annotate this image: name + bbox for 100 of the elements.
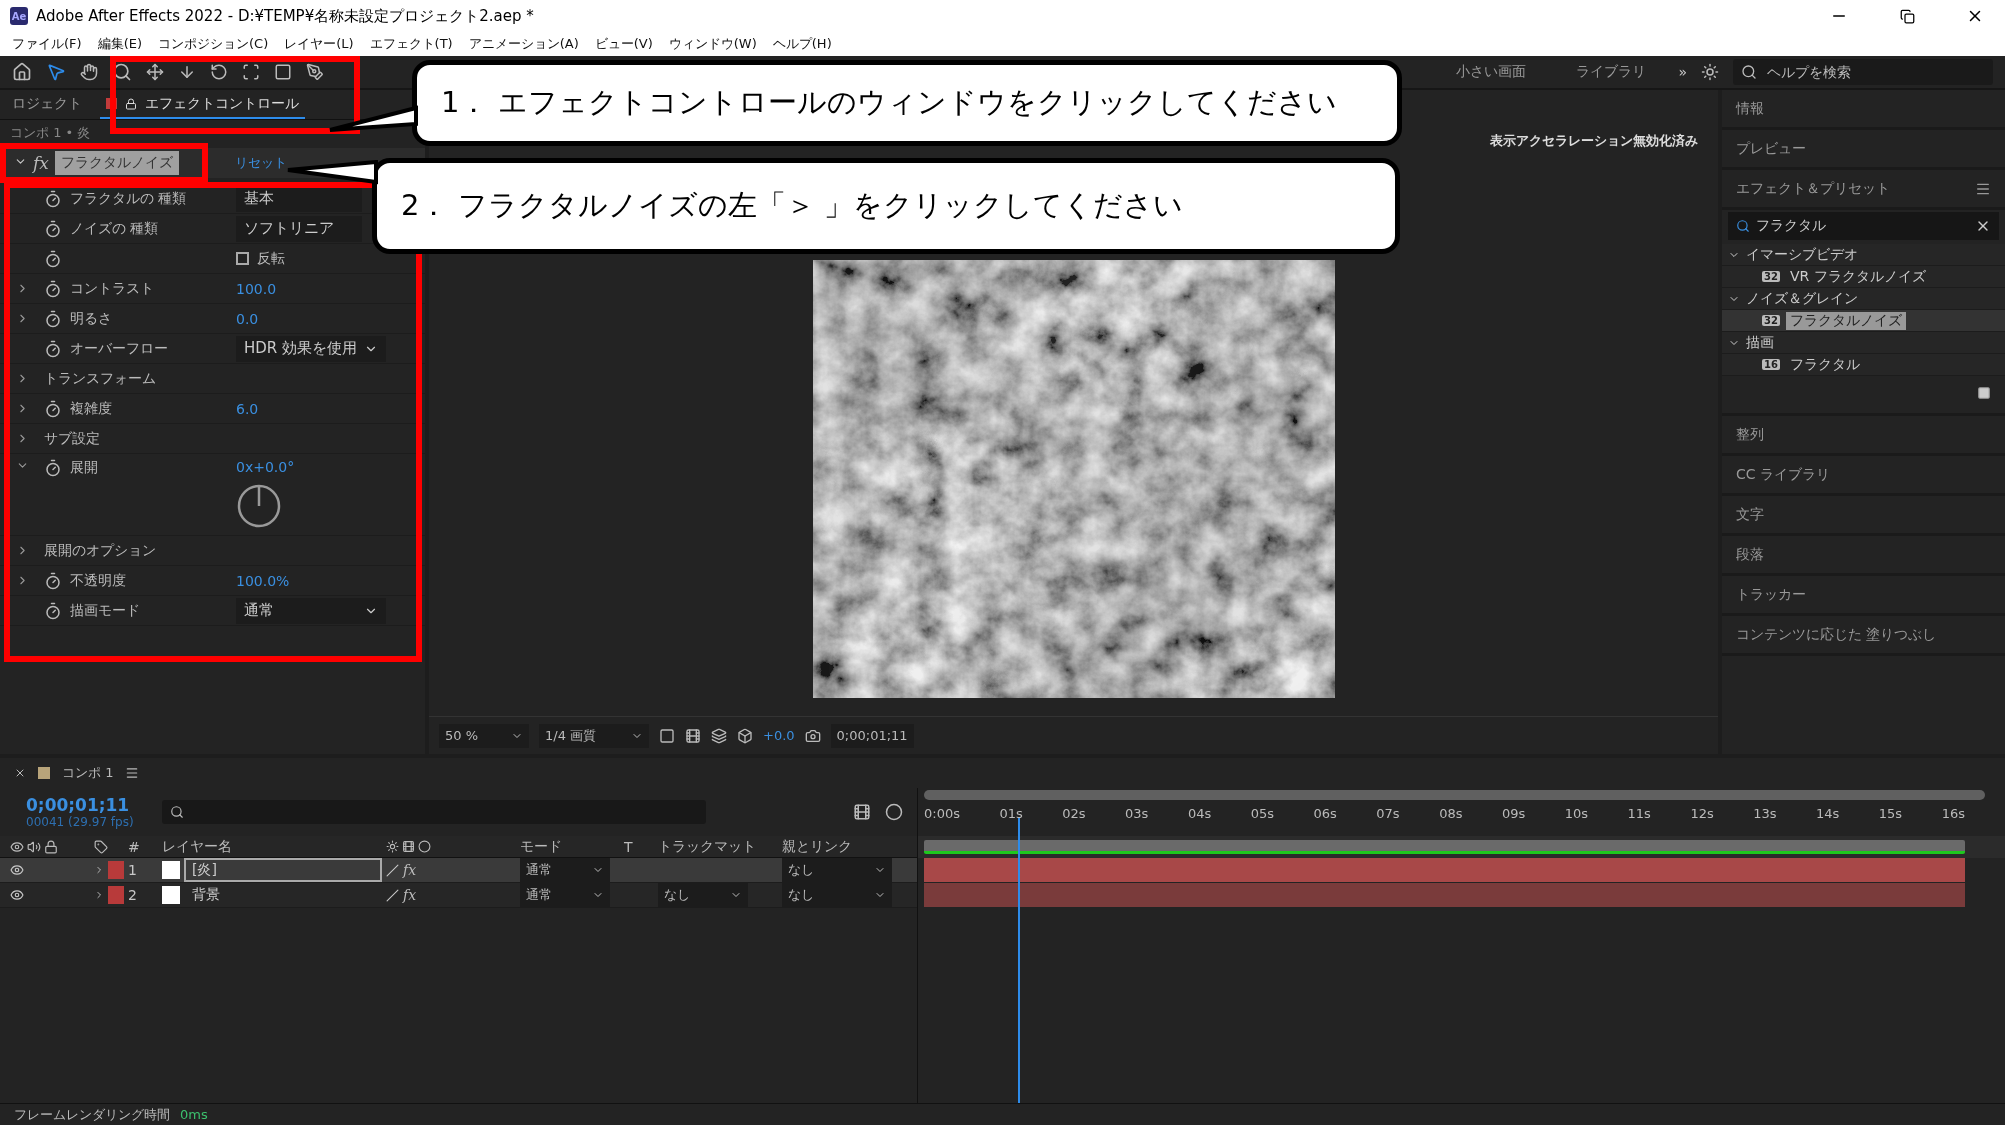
arrow-down-icon[interactable] bbox=[178, 63, 196, 81]
home-icon[interactable] bbox=[12, 62, 32, 82]
mode-dropdown[interactable]: 通常 bbox=[520, 858, 610, 882]
layer-name[interactable]: 背景 bbox=[184, 883, 382, 907]
eye-icon bbox=[10, 839, 24, 854]
fx-switch[interactable]: fx bbox=[403, 862, 417, 878]
ruler-label: 08s bbox=[1439, 806, 1463, 821]
camera-icon[interactable] bbox=[804, 727, 821, 744]
menu-item[interactable]: エフェクト(T) bbox=[369, 35, 453, 53]
property-label: 展開 bbox=[70, 459, 99, 477]
ruler-label: 12s bbox=[1690, 806, 1714, 821]
property-label: 明るさ bbox=[70, 309, 113, 328]
checkbox[interactable] bbox=[236, 252, 249, 265]
checkbox-label: 反転 bbox=[257, 249, 285, 268]
playhead[interactable] bbox=[1017, 818, 1020, 1103]
layer-type-icon bbox=[162, 861, 180, 879]
timeline-tab[interactable]: コンポ 1 bbox=[62, 764, 114, 782]
reset-link[interactable]: リセット bbox=[234, 154, 287, 172]
panel-header[interactable]: コンテンツに応じた 塗りつぶし bbox=[1722, 616, 2005, 656]
tree-folder[interactable]: イマーシブビデオ bbox=[1722, 244, 2005, 266]
more-button[interactable]: » bbox=[1678, 64, 1687, 80]
resolution-dropdown[interactable]: 1/4 画質 bbox=[539, 723, 649, 748]
timecode-field[interactable]: 0;00;01;11 bbox=[830, 723, 914, 748]
help-search-field[interactable]: ヘルプを検索 bbox=[1733, 59, 1993, 85]
dropdown[interactable]: HDR 効果を使用 bbox=[236, 335, 386, 362]
callout: 1． エフェクトコントロールのウィンドウをクリックしてください bbox=[412, 60, 1402, 146]
menu-item[interactable]: アニメーション(A) bbox=[468, 35, 579, 53]
move-icon[interactable] bbox=[146, 63, 164, 81]
mode-dropdown[interactable]: 通常 bbox=[520, 883, 610, 907]
film-icon[interactable] bbox=[685, 727, 701, 744]
eye-icon[interactable] bbox=[10, 863, 24, 877]
property-value[interactable]: 6.0 bbox=[236, 400, 259, 417]
track-matte-dropdown[interactable]: なし bbox=[658, 883, 748, 907]
panel-tab[interactable]: ロジェクト bbox=[6, 90, 88, 119]
dial-icon[interactable] bbox=[236, 483, 282, 529]
parent-dropdown[interactable]: なし bbox=[782, 883, 892, 907]
panel-header[interactable]: エフェクト＆プリセット bbox=[1736, 179, 1890, 198]
workspace-tab[interactable]: ライブラリ bbox=[1558, 63, 1665, 81]
slash-icon[interactable] bbox=[386, 888, 399, 902]
panel-header[interactable]: プレビュー bbox=[1722, 130, 2005, 170]
property-label: ノイズの 種類 bbox=[70, 219, 160, 238]
menu-item[interactable]: ビュー(V) bbox=[594, 35, 653, 53]
layer-row[interactable]: 1 [炎] fx 通常 なし bbox=[0, 858, 917, 883]
property-label: コントラスト bbox=[70, 279, 155, 298]
circle-icon[interactable] bbox=[885, 803, 903, 821]
effect-name[interactable]: フラクタルノイズ bbox=[54, 151, 179, 175]
film-icon[interactable] bbox=[853, 803, 871, 821]
menu-icon[interactable] bbox=[125, 766, 140, 780]
property-label: 複雑度 bbox=[70, 399, 113, 418]
panel-header[interactable]: 情報 bbox=[1722, 90, 2005, 130]
layer-row[interactable]: 2 背景 fx 通常 なし なし bbox=[0, 883, 917, 908]
menu-item[interactable]: レイヤー(L) bbox=[284, 35, 354, 53]
property-value[interactable]: 100.0 bbox=[236, 280, 277, 297]
effects-search-field[interactable]: フラクタル bbox=[1756, 217, 1826, 235]
eye-icon[interactable] bbox=[10, 888, 24, 902]
fx-switch[interactable]: fx bbox=[403, 887, 417, 903]
menu-item[interactable]: ウィンドウ(W) bbox=[668, 35, 757, 53]
menu-item[interactable]: ヘルプ(H) bbox=[772, 35, 832, 53]
scan-icon[interactable] bbox=[242, 63, 260, 81]
panel-header[interactable]: CC ライブラリ bbox=[1722, 456, 2005, 496]
pointer-icon[interactable] bbox=[46, 62, 66, 82]
tree-item[interactable]: 32 フラクタルノイズ bbox=[1722, 310, 2005, 332]
layers-icon[interactable] bbox=[711, 727, 727, 744]
tree-folder[interactable]: ノイズ＆グレイン bbox=[1722, 288, 2005, 310]
property-value[interactable]: 100.0% bbox=[236, 572, 290, 589]
composition-icon bbox=[38, 767, 50, 779]
rectangle-icon[interactable] bbox=[274, 63, 292, 81]
pen-icon[interactable] bbox=[306, 63, 324, 81]
slash-icon[interactable] bbox=[386, 863, 399, 877]
panel-header[interactable]: 整列 bbox=[1722, 416, 2005, 456]
property-value[interactable]: 0x+0.0° bbox=[236, 459, 295, 475]
dropdown[interactable]: 通常 bbox=[236, 597, 386, 624]
menu-item[interactable]: コンポジション(C) bbox=[158, 35, 269, 53]
layer-name[interactable]: [炎] bbox=[184, 858, 382, 882]
panel-header[interactable]: 文字 bbox=[1722, 496, 2005, 536]
square-icon[interactable] bbox=[659, 727, 675, 744]
fx-label: fx bbox=[33, 153, 49, 173]
layer-bar[interactable] bbox=[924, 858, 1965, 883]
workspace-tab[interactable]: 小さい画面 bbox=[1438, 63, 1545, 81]
value-field[interactable]: ソフトリニア bbox=[236, 215, 362, 242]
settings-icon[interactable] bbox=[1701, 63, 1719, 81]
cube-icon[interactable] bbox=[737, 727, 753, 744]
menu-item[interactable]: ファイル(F) bbox=[12, 35, 82, 53]
parent-dropdown[interactable]: なし bbox=[782, 858, 892, 882]
column-header: 親とリンク bbox=[782, 837, 852, 856]
panel-header[interactable]: 段落 bbox=[1722, 536, 2005, 576]
circle-icon bbox=[418, 840, 431, 853]
current-time[interactable]: 0;00;01;11 bbox=[26, 795, 134, 815]
tree-folder[interactable]: 描画 bbox=[1722, 332, 2005, 354]
zoom-dropdown[interactable]: 50 % bbox=[439, 723, 529, 748]
rotate-icon[interactable] bbox=[210, 63, 228, 81]
layer-search-field[interactable] bbox=[161, 800, 706, 824]
tree-item[interactable]: 32 VR フラクタルノイズ bbox=[1722, 266, 2005, 288]
property-value[interactable]: 0.0 bbox=[236, 310, 259, 327]
menu-item[interactable]: 編集(E) bbox=[97, 35, 142, 53]
panel-header[interactable]: トラッカー bbox=[1722, 576, 2005, 616]
exposure-value[interactable]: +0.0 bbox=[763, 728, 795, 743]
close-icon[interactable] bbox=[14, 767, 26, 779]
tag-icon bbox=[94, 839, 108, 854]
hand-icon[interactable] bbox=[80, 63, 98, 81]
